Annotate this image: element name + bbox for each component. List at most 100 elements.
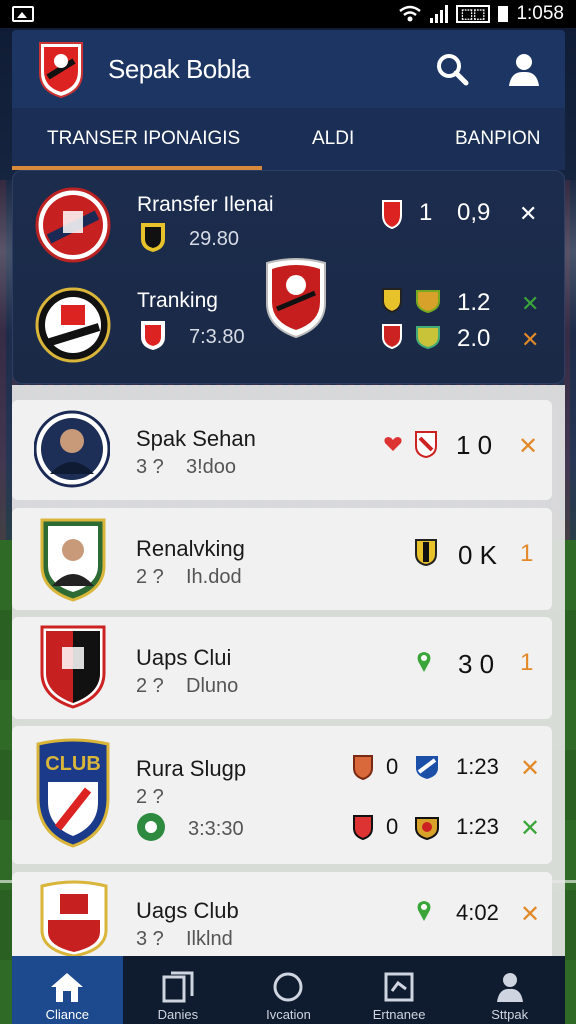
score-a: 1 [419, 199, 433, 226]
mark-orange[interactable]: ✕ [521, 327, 539, 353]
team-sub-b: Ih.dod [186, 566, 242, 588]
tab-banpion[interactable]: BANPION [455, 128, 541, 150]
tab-transfer[interactable]: TRANSER IPONAIGIS [47, 128, 240, 150]
match-title: Rransfer Ilenai [137, 193, 274, 216]
mini-crest [353, 815, 373, 840]
team-crest: CLUB [36, 738, 110, 848]
team-name: Rura Slugp [136, 756, 247, 781]
mini-crest [415, 539, 437, 566]
ball-icon [137, 813, 165, 841]
frame-icon [384, 972, 414, 1002]
player-avatar [34, 410, 110, 488]
mini-crest [382, 200, 402, 229]
status-mark[interactable]: ✕ [518, 432, 538, 461]
match-title: Tranking [137, 289, 218, 312]
mini-crest [415, 431, 437, 458]
mini-crest [382, 288, 402, 313]
score: 1 0 [456, 430, 493, 460]
tab-aldi[interactable]: ALDI [312, 128, 354, 150]
row2-time: 1:23 [456, 814, 499, 839]
app-header: Sepak Bobla [12, 30, 565, 108]
status-mark[interactable]: 1 [520, 540, 533, 568]
mark-green[interactable]: ✕ [521, 291, 539, 317]
team-sub-a: 2 ? [136, 675, 164, 697]
row1-mark[interactable]: ✕ [520, 754, 540, 783]
row1-score: 0 [386, 754, 399, 779]
mini-crest [141, 223, 165, 252]
list-item[interactable]: Uags Club 3 ? Ilklnd 4:02 ✕ [12, 872, 552, 956]
tab-bar: TRANSER IPONAIGIS ALDI BANPION [12, 108, 565, 170]
nav-label: Ertnanee [372, 1007, 426, 1022]
clock: 1:058 [516, 3, 564, 24]
team-sub-a: 3 ? [136, 928, 164, 950]
team-crest [35, 287, 111, 363]
signal-icon [429, 5, 448, 23]
status-mark[interactable]: ✕ [520, 900, 540, 929]
team-sub-a: 2 ? [136, 786, 164, 808]
team-name: Spak Sehan [136, 426, 256, 451]
status-mark[interactable]: 1 [520, 649, 533, 677]
nav-item-ivcation[interactable]: Ivcation [233, 956, 344, 1024]
player-icon [496, 973, 523, 1002]
row2-score: 0 [386, 814, 399, 839]
mini-crest [415, 817, 439, 840]
team-crest [35, 187, 111, 263]
mini-crest [141, 321, 165, 350]
search-icon[interactable] [435, 52, 469, 86]
location-pin-icon [417, 901, 431, 921]
team-crest [40, 625, 106, 709]
score: 3 0 [458, 649, 495, 679]
nav-item-ertnanee[interactable]: Ertnanee [344, 956, 455, 1024]
match-time: 7:3.80 [189, 326, 245, 348]
battery-label: ⬚⬚ [455, 5, 491, 23]
app-container: Sepak Bobla TRANSER IPONAIGIS ALDI BANPI… [12, 30, 565, 384]
featured-card[interactable]: Rransfer Ilenai 29.80 1 0,9 ✕ Tranking 7… [12, 170, 565, 384]
team-sub-b: 3!doo [186, 456, 237, 478]
nav-label: Danies [157, 1007, 199, 1022]
score: 0 K [458, 540, 498, 570]
team-name: Uaps Clui [136, 645, 232, 670]
match-time: 4:02 [456, 900, 499, 925]
nav-label: Sttpak [491, 1007, 529, 1022]
nav-item-danies[interactable]: Danies [123, 956, 234, 1024]
club-logo[interactable] [36, 39, 86, 99]
team-sub-a: 2 ? [136, 566, 164, 588]
list-item[interactable]: Spak Sehan 3 ? 3!doo 1 0 ✕ [12, 400, 552, 500]
row1-time: 1:23 [456, 754, 499, 779]
bottom-nav: Cliance Danies Ivcation Ertnanee Sttpak [12, 956, 565, 1024]
match-time: 3:3:30 [188, 818, 244, 840]
profile-icon[interactable] [507, 51, 541, 87]
heart-icon [384, 437, 402, 451]
team-name: Uags Club [136, 898, 239, 923]
nav-item-sttpak[interactable]: Sttpak [454, 956, 565, 1024]
app-title: Sepak Bobla [108, 53, 250, 84]
list-item[interactable]: Uaps Clui 2 ? Dluno 3 0 1 [12, 617, 552, 719]
list-item[interactable]: Renalvking 2 ? Ih.dod 0 K 1 [12, 508, 552, 610]
image-notification-icon [12, 6, 34, 22]
circle-icon [273, 972, 303, 1002]
team-crest [40, 880, 108, 956]
team-sub-a: 3 ? [136, 456, 164, 478]
team-sub-b: Dluno [186, 675, 239, 697]
row2-mark[interactable]: ✕ [520, 814, 540, 843]
nav-item-home[interactable]: Cliance [12, 956, 123, 1024]
status-bar: ⬚⬚ 1:058 [0, 0, 576, 28]
dismiss-mark[interactable]: ✕ [519, 201, 537, 227]
team-crest [40, 518, 106, 602]
battery-icon [498, 6, 509, 22]
list-item[interactable]: CLUB Rura Slugp 2 ? 3:3:30 0 1:23 ✕ 0 1:… [12, 726, 552, 864]
home-icon [51, 973, 84, 1002]
team-sub-b: Ilklnd [186, 928, 233, 950]
nav-label: Ivcation [266, 1007, 311, 1022]
mini-crest [416, 326, 440, 349]
score-b: 0,9 [457, 199, 491, 226]
mini-crest [416, 756, 438, 779]
crest-text: CLUB [45, 753, 101, 775]
mini-crest [416, 290, 440, 313]
wifi-icon [399, 5, 421, 22]
mini-crest [382, 324, 402, 349]
tablet-icon [162, 971, 194, 1003]
featured-club-crest [266, 258, 326, 339]
match-time: 29.80 [189, 228, 240, 250]
location-pin-icon [417, 652, 431, 672]
